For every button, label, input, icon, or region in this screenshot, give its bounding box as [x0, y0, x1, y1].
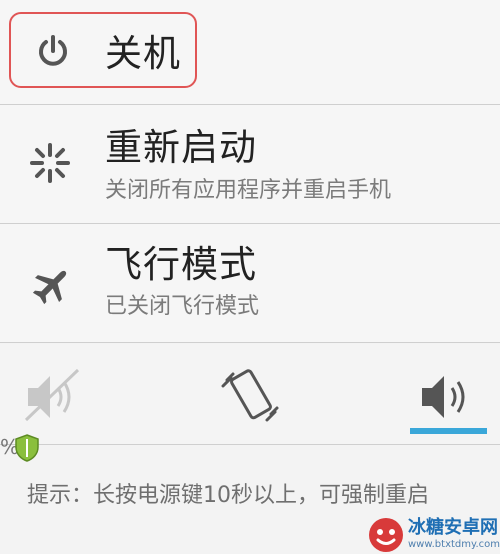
- watermark-name: 冰糖安卓网: [408, 517, 498, 538]
- sound-on-icon: [422, 376, 465, 418]
- divider: [0, 342, 500, 343]
- vibrate-icon: [221, 369, 279, 422]
- restart-item[interactable]: 重新启动 关闭所有应用程序并重启手机: [0, 105, 500, 223]
- highlight-annotation: [9, 12, 197, 88]
- watermark: 冰糖安卓网 www.btxtdmy.com: [366, 516, 500, 554]
- selected-mode-indicator: [410, 428, 487, 434]
- vibrate-mode-button[interactable]: [207, 362, 297, 430]
- sound-off-icon: [24, 368, 80, 422]
- force-restart-tip: 提示：长按电源键10秒以上，可强制重启: [27, 483, 429, 508]
- restart-description: 关闭所有应用程序并重启手机: [105, 178, 392, 203]
- airplane-mode-label: 飞行模式: [105, 243, 257, 286]
- silent-mode-button[interactable]: [10, 362, 100, 430]
- shield-icon: [12, 433, 42, 463]
- sound-on-button[interactable]: [404, 362, 494, 430]
- sound-mode-row: [0, 344, 500, 444]
- restart-label: 重新启动: [105, 126, 257, 169]
- watermark-url: www.btxtdmy.com: [408, 539, 500, 550]
- airplane-icon: [31, 264, 73, 306]
- airplane-mode-status: 已关闭飞行模式: [105, 294, 260, 319]
- watermark-logo-icon: [369, 518, 403, 552]
- divider: [0, 444, 500, 445]
- power-menu-panel: 关机 重新启动 关闭所有应用程序并重启手机 飞行模式 已关闭飞行模式 % 提示：…: [0, 0, 500, 554]
- airplane-mode-item[interactable]: 飞行模式 已关闭飞行模式: [0, 224, 500, 342]
- restart-spinner-icon: [28, 141, 72, 185]
